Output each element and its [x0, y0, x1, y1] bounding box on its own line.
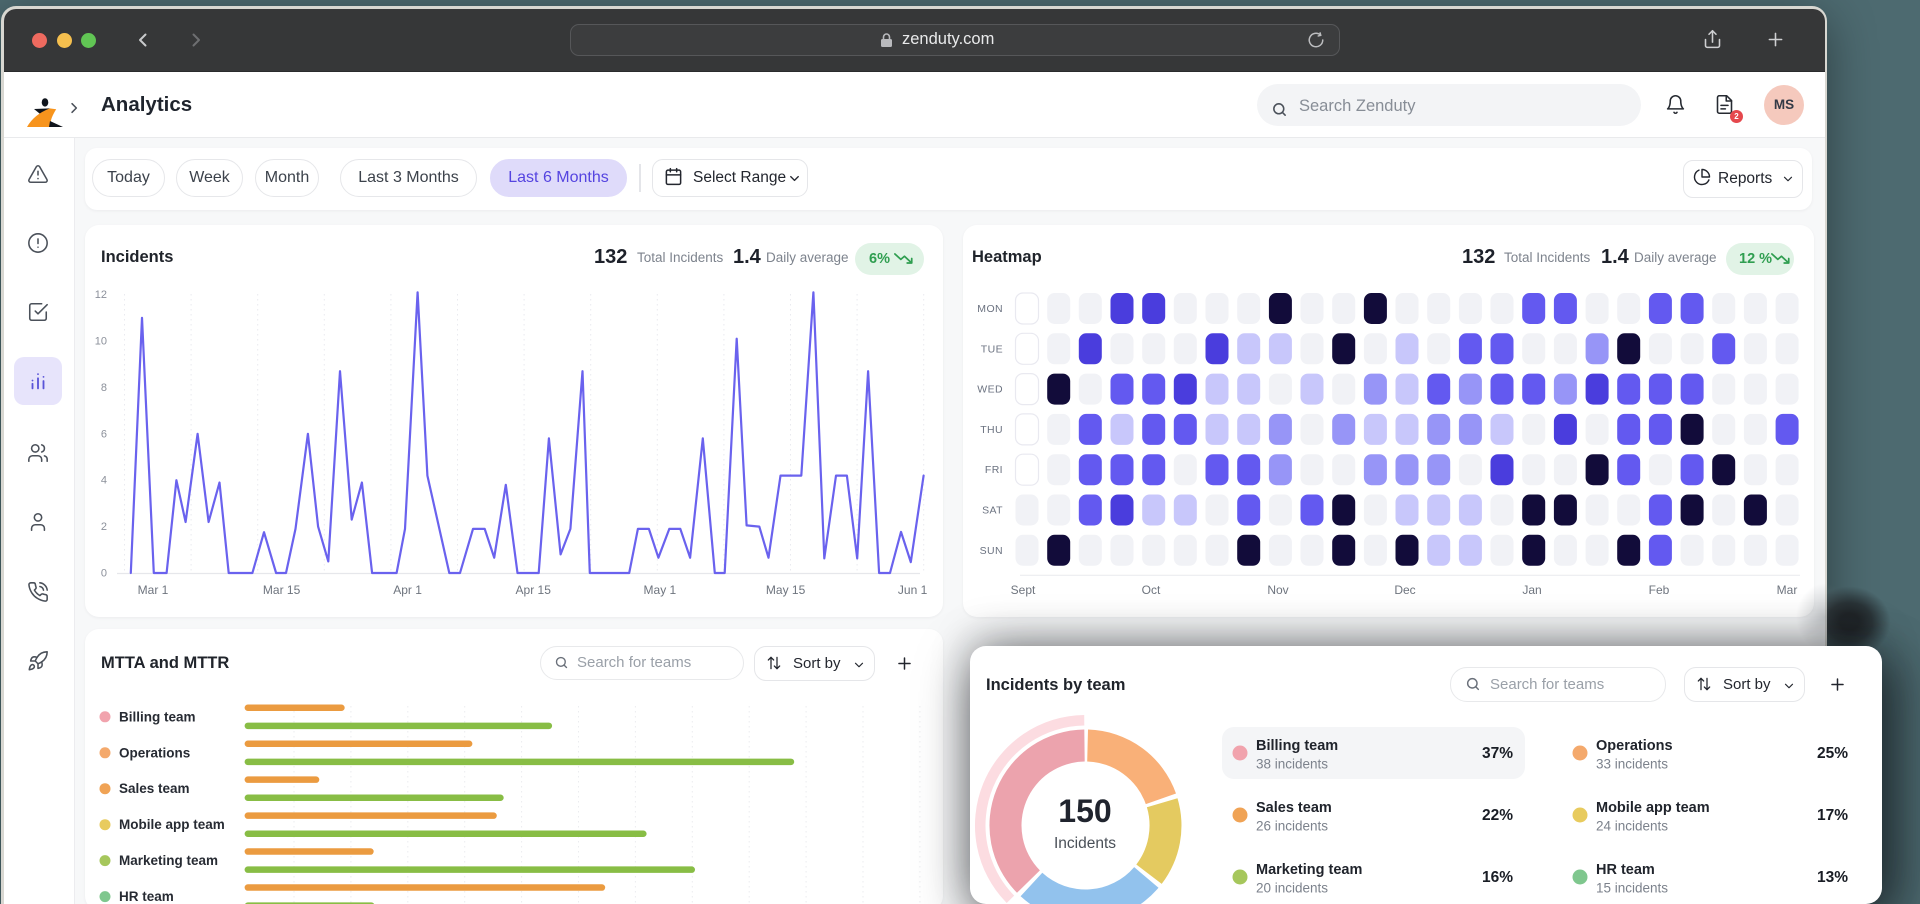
svg-text:33 incidents: 33 incidents: [1596, 757, 1668, 772]
svg-text:16%: 16%: [1482, 869, 1513, 886]
svg-text:24 incidents: 24 incidents: [1596, 819, 1668, 834]
svg-text:HR team: HR team: [1596, 862, 1655, 878]
svg-text:Mobile app team: Mobile app team: [1596, 800, 1710, 816]
svg-text:Billing team: Billing team: [1256, 738, 1338, 754]
svg-text:Marketing team: Marketing team: [1256, 862, 1362, 878]
svg-text:Sales team: Sales team: [1256, 800, 1332, 816]
svg-text:15 incidents: 15 incidents: [1596, 881, 1668, 896]
svg-text:37%: 37%: [1482, 745, 1513, 762]
svg-text:38 incidents: 38 incidents: [1256, 757, 1328, 772]
svg-text:17%: 17%: [1817, 807, 1848, 824]
svg-text:25%: 25%: [1817, 745, 1848, 762]
svg-text:Operations: Operations: [1596, 738, 1673, 754]
svg-text:20 incidents: 20 incidents: [1256, 881, 1328, 896]
svg-text:22%: 22%: [1482, 807, 1513, 824]
svg-text:26 incidents: 26 incidents: [1256, 819, 1328, 834]
svg-text:13%: 13%: [1817, 869, 1848, 886]
